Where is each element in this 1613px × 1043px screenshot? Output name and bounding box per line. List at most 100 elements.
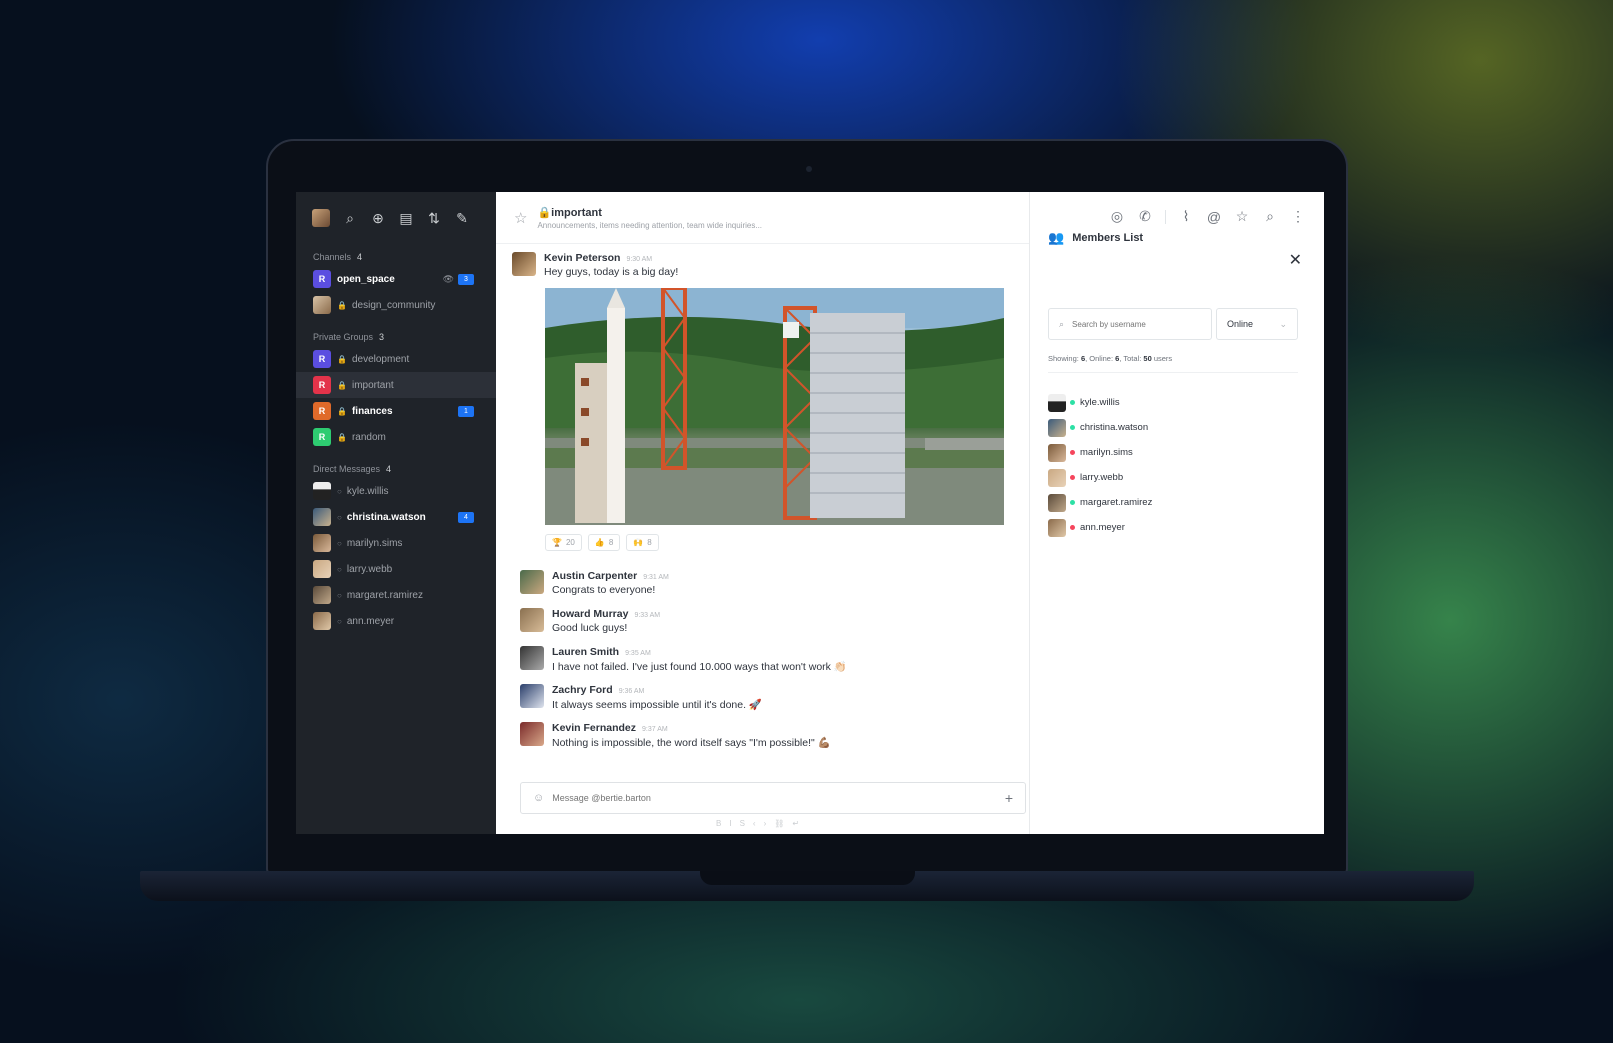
avatar[interactable] [520,684,544,708]
user-avatar[interactable] [312,209,330,227]
members-search[interactable]: ⌕ [1048,308,1212,340]
avatar [1048,518,1066,537]
message-author[interactable]: Austin Carpenter 9:31 AM [552,570,669,582]
sidebar-item-development[interactable]: R 🔒 development [296,346,496,372]
message: Lauren Smith 9:35 AM I have not failed. I… [520,646,847,673]
attachment-icon[interactable]: ⌇ [1178,208,1194,225]
status-icon: ○ [337,512,342,522]
directory-icon[interactable]: ⊕ [370,210,386,226]
code-icon[interactable]: ‹› [753,819,774,828]
stats-total-label: Total: [1123,354,1142,363]
status-dot [1070,425,1075,430]
sidebar-item-margaret-ramirez[interactable]: ○ margaret.ramirez [296,582,496,608]
video-call-icon[interactable]: ◎ [1109,208,1125,225]
mentions-icon[interactable]: @ [1206,209,1222,225]
message-author[interactable]: Kevin Fernandez 9:37 AM [552,722,831,734]
avatar[interactable] [520,646,544,670]
message-author[interactable]: Zachry Ford 9:36 AM [552,684,762,696]
sidebar-item-ann-meyer[interactable]: ○ ann.meyer [296,608,496,634]
toolbar-divider [1165,209,1166,224]
star-icon[interactable]: ☆ [514,209,527,227]
sidebar-item-label: marilyn.sims [346,537,403,549]
reaction-thumbs-up[interactable]: 👍 8 [587,534,621,551]
members-icon: 👥 [1048,230,1065,245]
sidebar-item-finances[interactable]: R 🔒 finances 1 [296,398,496,424]
direct-messages-count: 4 [386,464,392,474]
strike-icon[interactable]: S [740,819,753,828]
avatar[interactable] [520,608,544,632]
member-row[interactable]: christina.watson [1048,415,1152,440]
member-row[interactable]: marilyn.sims [1048,440,1152,465]
room-icon: R [313,350,331,368]
member-row[interactable]: margaret.ramirez [1048,490,1152,515]
plus-icon[interactable]: + [1005,790,1013,806]
sidebar-item-marilyn-sims[interactable]: ○ marilyn.sims [296,530,496,556]
formatting-toolbar: BIS‹›⛓↵ [716,819,807,828]
enter-icon[interactable]: ↵ [792,819,807,828]
message-text: Nothing is impossible, the word itself s… [552,737,831,749]
avatar[interactable] [520,570,544,594]
link-icon[interactable]: ⛓ [774,819,792,828]
sidebar-item-christina-watson[interactable]: ○ christina.watson 4 [296,504,496,530]
sidebar-toolbar: ⌕ ⊕ ▤ ⇅ ✎ [296,192,496,244]
member-row[interactable]: larry.webb [1048,465,1152,490]
lock-icon: 🔒 [537,206,552,219]
avatar[interactable] [512,252,536,276]
avatar [313,482,331,500]
view-mode-icon[interactable]: ▤ [398,210,414,226]
create-new-icon[interactable]: ✎ [454,210,470,226]
lock-icon: 🔒 [337,432,347,442]
sidebar-item-label: christina.watson [346,511,426,523]
members-search-input[interactable] [1072,319,1193,329]
avatar [1048,493,1066,512]
message-author[interactable]: Howard Murray 9:33 AM [552,608,660,620]
avatar [1048,418,1066,437]
bold-icon[interactable]: B [716,819,729,828]
search-icon[interactable]: ⌕ [342,210,358,226]
sidebar-item-label: margaret.ramirez [346,589,423,601]
sidebar-item-important[interactable]: R 🔒 important [296,372,496,398]
avatar[interactable] [520,722,544,746]
sidebar-item-random[interactable]: R 🔒 random [296,424,496,450]
stats-suffix: users [1153,354,1173,363]
lock-icon: 🔒 [337,300,347,310]
lock-icon: 🔒 [337,380,347,390]
sidebar-item-larry-webb[interactable]: ○ larry.webb [296,556,496,582]
message-text: Congrats to everyone! [552,584,656,596]
private-groups-label: Private Groups [313,332,374,342]
members-panel: ◎ ✆ ⌇ @ ☆ ⌕ ⋮ 👥 Members List ✕ ⌕ Online … [1030,192,1324,834]
close-icon[interactable]: ✕ [1289,250,1302,270]
status-icon: ○ [337,590,342,600]
avatar [313,586,331,604]
status-icon: ○ [337,486,342,496]
members-filter-select[interactable]: Online ⌄ [1216,308,1298,340]
message-author[interactable]: Lauren Smith 9:35 AM [552,646,847,658]
member-row[interactable]: kyle.willis [1048,390,1152,415]
member-name: christina.watson [1080,422,1149,433]
author-name: Howard Murray [552,608,629,620]
reaction-raised-hands[interactable]: 🙌 8 [626,534,659,551]
starred-icon[interactable]: ☆ [1234,208,1250,225]
italic-icon[interactable]: I [729,819,739,828]
message-time: 9:37 AM [642,726,668,733]
sidebar-item-design-community[interactable]: 🔒 design_community [296,292,496,318]
sidebar-item-kyle-willis[interactable]: ○ kyle.willis [296,478,496,504]
member-name: larry.webb [1080,472,1124,483]
message-input[interactable] [552,793,1005,803]
member-row[interactable]: ann.meyer [1048,515,1152,540]
rocket-launch-image[interactable] [545,288,1004,525]
reaction-count: 8 [647,538,652,547]
sort-icon[interactable]: ⇅ [426,210,442,226]
search-icon[interactable]: ⌕ [1262,208,1278,225]
kebab-menu-icon[interactable]: ⋮ [1290,208,1306,225]
stats-showing-label: Showing: [1048,354,1079,363]
message-author[interactable]: Kevin Peterson 9:30 AM [544,252,678,264]
laptop-notch [700,871,915,885]
hide-icon[interactable]: 👁 [443,274,454,285]
emoji-icon[interactable]: ☺ [533,792,544,804]
sidebar-item-open-space[interactable]: R open_space 👁 3 [296,266,496,292]
room-title-text: important [551,206,602,219]
avatar [313,612,331,630]
phone-icon[interactable]: ✆ [1137,208,1153,225]
reaction-trophy[interactable]: 🏆 20 [545,534,582,551]
